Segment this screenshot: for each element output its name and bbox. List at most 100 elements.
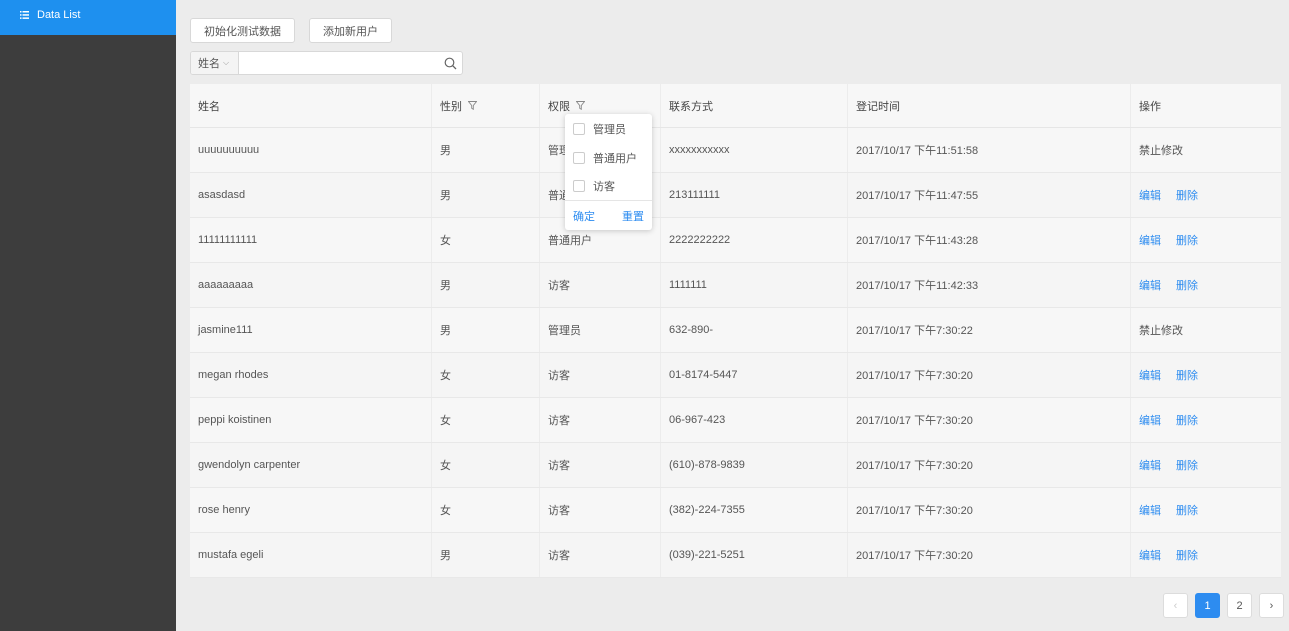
cell-actions: 禁止修改: [1131, 308, 1281, 352]
cell-gender: 男: [432, 263, 540, 307]
table-row: rose henry 女访客 (382)-224-7355 2017/10/17 下午…: [190, 488, 1281, 533]
edit-disabled-label: 禁止修改: [1139, 145, 1183, 157]
main-content: 初始化测试数据 添加新用户 姓名 ⌵ 姓名 性别 权限 联系方式 登记时间 操作…: [176, 0, 1289, 631]
filter-icon[interactable]: [576, 101, 585, 110]
cell-actions: 编辑 删除: [1131, 263, 1281, 307]
delete-link[interactable]: 删除: [1176, 457, 1198, 473]
cell-name: aaaaaaaaa: [190, 263, 432, 307]
edit-link[interactable]: 编辑: [1139, 277, 1161, 293]
cell-name: 11111111111: [190, 218, 432, 262]
next-page-button[interactable]: ›: [1259, 593, 1284, 618]
table-row: aaaaaaaaa 男访客 1111111 2017/10/17 下午11:42:33…: [190, 263, 1281, 308]
cell-contact: (610)-878-9839: [661, 443, 848, 487]
cell-contact: 1111111: [661, 263, 848, 307]
delete-link[interactable]: 删除: [1176, 187, 1198, 203]
table-body: uuuuuuuuuu男管理员xxxxxxxxxxx2017/10/17 下午11…: [190, 128, 1281, 578]
delete-link[interactable]: 删除: [1176, 232, 1198, 248]
edit-link[interactable]: 编辑: [1139, 457, 1161, 473]
table-row: megan rhodes 女访客 01-8174-5447 2017/10/17 下午…: [190, 353, 1281, 398]
cell-time: 2017/10/17 下午11:47:55: [848, 173, 1131, 217]
table-row: uuuuuuuuuu男管理员xxxxxxxxxxx2017/10/17 下午11…: [190, 128, 1281, 173]
sidebar-item-label: Data List: [37, 9, 81, 21]
cell-time: 2017/10/17 下午11:42:33: [848, 263, 1131, 307]
cell-contact: 06-967-423: [661, 398, 848, 442]
filter-option-normal-user[interactable]: 普通用户: [565, 144, 652, 173]
cell-contact: xxxxxxxxxxx: [661, 128, 848, 172]
checkbox[interactable]: [573, 123, 585, 136]
cell-gender: 男: [432, 533, 540, 577]
edit-link[interactable]: 编辑: [1139, 187, 1161, 203]
edit-link[interactable]: 编辑: [1139, 367, 1161, 383]
table-row: asasdasd男普通用户2131111112017/10/17 下午11:47…: [190, 173, 1281, 218]
cell-gender: 女: [432, 398, 540, 442]
sidebar: Data List: [0, 0, 176, 631]
cell-gender: 女: [432, 488, 540, 532]
cell-name: mustafa egeli: [190, 533, 432, 577]
edit-link[interactable]: 编辑: [1139, 412, 1161, 428]
cell-name: uuuuuuuuuu: [190, 128, 432, 172]
cell-time: 2017/10/17 下午11:43:28: [848, 218, 1131, 262]
header-time: 登记时间: [848, 84, 1131, 127]
cell-time: 2017/10/17 下午7:30:22: [848, 308, 1131, 352]
table-header: 姓名 性别 权限 联系方式 登记时间 操作: [190, 84, 1281, 128]
role-filter-dropdown: 管理员 普通用户 访客 确定 重置: [565, 114, 652, 230]
cell-time: 2017/10/17 下午7:30:20: [848, 398, 1131, 442]
cell-actions: 编辑 删除: [1131, 218, 1281, 262]
cell-time: 2017/10/17 下午7:30:20: [848, 443, 1131, 487]
search-field-select[interactable]: 姓名 ⌵: [191, 52, 239, 74]
cell-name: jasmine111: [190, 308, 432, 352]
cell-actions: 禁止修改: [1131, 128, 1281, 172]
cell-gender: 女: [432, 353, 540, 397]
search-field-label: 姓名: [198, 58, 220, 70]
table-row: 11111111111 女普通用户 2222222222 2017/10/17 下午1…: [190, 218, 1281, 263]
cell-contact: 213111111: [661, 173, 848, 217]
cell-gender: 女: [432, 218, 540, 262]
filter-icon[interactable]: [468, 101, 477, 110]
delete-link[interactable]: 删除: [1176, 547, 1198, 563]
sidebar-item-data-list[interactable]: Data List: [0, 0, 176, 35]
cell-time: 2017/10/17 下午11:51:58: [848, 128, 1131, 172]
chevron-down-icon: ⌵: [223, 58, 230, 67]
header-contact: 联系方式: [661, 84, 848, 127]
cell-actions: 编辑 删除: [1131, 533, 1281, 577]
filter-option-admin[interactable]: 管理员: [565, 115, 652, 144]
cell-name: peppi koistinen: [190, 398, 432, 442]
cell-actions: 编辑 删除: [1131, 173, 1281, 217]
cell-name: gwendolyn carpenter: [190, 443, 432, 487]
cell-time: 2017/10/17 下午7:30:20: [848, 533, 1131, 577]
checkbox[interactable]: [573, 180, 585, 193]
init-test-data-button[interactable]: 初始化测试数据: [190, 18, 295, 43]
page-button-2[interactable]: 2: [1227, 593, 1252, 618]
checkbox[interactable]: [573, 151, 585, 164]
cell-name: rose henry: [190, 488, 432, 532]
delete-link[interactable]: 删除: [1176, 367, 1198, 383]
delete-link[interactable]: 删除: [1176, 502, 1198, 518]
filter-reset-button[interactable]: 重置: [622, 208, 644, 224]
delete-link[interactable]: 删除: [1176, 412, 1198, 428]
page-button-1[interactable]: 1: [1195, 593, 1220, 618]
cell-role: 访客: [540, 443, 661, 487]
edit-link[interactable]: 编辑: [1139, 232, 1161, 248]
search-icon[interactable]: [438, 52, 462, 74]
search-bar: 姓名 ⌵: [190, 51, 463, 75]
edit-link[interactable]: 编辑: [1139, 502, 1161, 518]
cell-contact: 01-8174-5447: [661, 353, 848, 397]
add-user-button[interactable]: 添加新用户: [309, 18, 392, 43]
delete-link[interactable]: 删除: [1176, 277, 1198, 293]
cell-name: megan rhodes: [190, 353, 432, 397]
header-name: 姓名: [190, 84, 432, 127]
filter-confirm-button[interactable]: 确定: [573, 208, 595, 224]
cell-role: 访客: [540, 353, 661, 397]
list-icon: [20, 11, 29, 19]
cell-gender: 男: [432, 308, 540, 352]
edit-link[interactable]: 编辑: [1139, 547, 1161, 563]
user-table: 姓名 性别 权限 联系方式 登记时间 操作 uuuuuuuuuu男管理员xxxx…: [190, 84, 1281, 578]
filter-option-guest[interactable]: 访客: [565, 172, 652, 201]
prev-page-button[interactable]: ‹: [1163, 593, 1188, 618]
cell-actions: 编辑 删除: [1131, 398, 1281, 442]
table-row: gwendolyn carpenter 女访客 (610)-878-9839 2017…: [190, 443, 1281, 488]
cell-time: 2017/10/17 下午7:30:20: [848, 353, 1131, 397]
cell-role: 访客: [540, 263, 661, 307]
search-input[interactable]: [239, 52, 438, 74]
cell-actions: 编辑 删除: [1131, 488, 1281, 532]
